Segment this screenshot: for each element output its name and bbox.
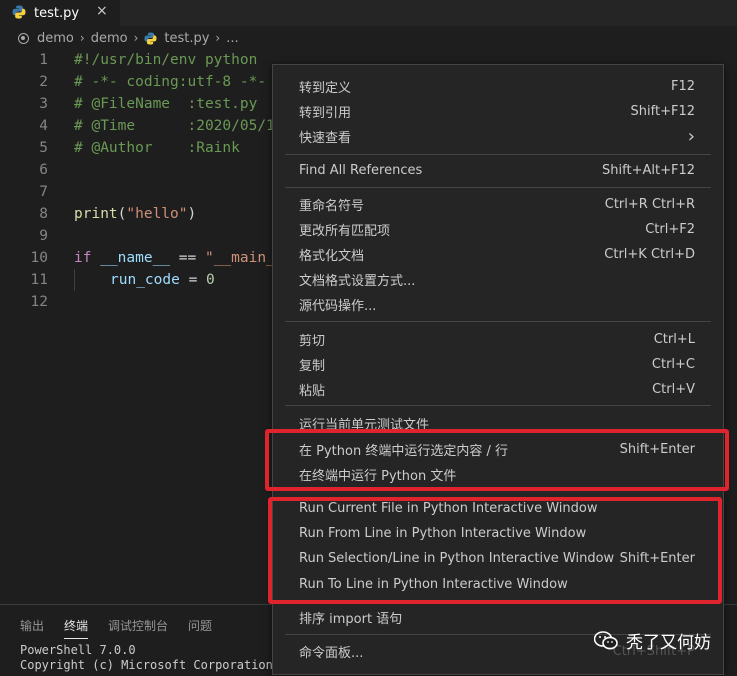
line-number: 10 xyxy=(30,250,48,266)
menu-separator xyxy=(285,154,711,155)
tab-debug-console[interactable]: 调试控制台 xyxy=(108,617,168,639)
highlight-box-interactive-run xyxy=(268,497,722,604)
line-number: 11 xyxy=(30,272,48,288)
breadcrumb-item[interactable]: test.py xyxy=(164,31,209,46)
code-line: print("hello") xyxy=(74,206,197,222)
line-number: 8 xyxy=(39,206,48,222)
close-icon[interactable]: × xyxy=(96,3,108,19)
menu-item-change-all-occurrences[interactable]: 更改所有匹配项 Ctrl+F2 xyxy=(299,217,695,241)
menu-separator xyxy=(285,187,711,188)
breadcrumb-item[interactable]: demo xyxy=(37,31,74,46)
folder-root-icon xyxy=(18,32,29,44)
menu-item-format-document[interactable]: 格式化文档 Ctrl+K Ctrl+D xyxy=(299,242,695,266)
line-number: 12 xyxy=(30,294,48,310)
line-number: 7 xyxy=(39,184,48,200)
tab-test-py[interactable]: test.py × xyxy=(0,0,120,26)
python-icon xyxy=(144,31,157,45)
tab-title: test.py xyxy=(34,5,80,21)
menu-item-go-to-references[interactable]: 转到引用 Shift+F12 xyxy=(299,99,695,123)
code-line: run_code = 0 xyxy=(110,272,215,288)
chevron-right-icon: › xyxy=(133,31,139,45)
menu-item-paste[interactable]: 粘贴 Ctrl+V xyxy=(299,377,695,401)
code-line: # @Author :Raink xyxy=(74,140,240,156)
watermark-text: 秃了又何妨 xyxy=(626,633,711,653)
code-line: # @Time :2020/05/1 xyxy=(74,118,275,134)
menu-item-copy[interactable]: 复制 Ctrl+C xyxy=(299,352,695,376)
menu-item-peek[interactable]: 快速查看 › xyxy=(299,124,695,148)
code-line: if __name__ == "__main_ xyxy=(74,250,275,266)
highlight-box-terminal-run xyxy=(265,429,729,491)
line-number: 9 xyxy=(39,228,48,244)
code-line: #!/usr/bin/env python xyxy=(74,52,258,68)
line-number: 4 xyxy=(39,118,48,134)
line-number: 2 xyxy=(39,74,48,90)
menu-item-source-action[interactable]: 源代码操作... xyxy=(299,292,695,316)
wechat-icon xyxy=(593,630,618,651)
menu-separator xyxy=(285,321,711,322)
code-line: # -*- coding:utf-8 -*- xyxy=(74,74,267,90)
watermark: 秃了又何妨 xyxy=(593,628,711,653)
line-number: 1 xyxy=(39,52,48,68)
menu-item-cut[interactable]: 剪切 Ctrl+L xyxy=(299,327,695,351)
chevron-right-icon: › xyxy=(215,31,221,45)
editor-tab-bar: test.py × xyxy=(0,0,737,26)
menu-item-rename-symbol[interactable]: 重命名符号 Ctrl+R Ctrl+R xyxy=(299,192,695,216)
menu-item-go-to-definition[interactable]: 转到定义 F12 xyxy=(299,74,695,98)
terminal-line: PowerShell 7.0.0 xyxy=(20,643,136,657)
menu-separator xyxy=(285,405,711,406)
line-number: 6 xyxy=(39,162,48,178)
python-icon xyxy=(12,4,26,23)
line-number: 5 xyxy=(39,140,48,156)
panel-tabs: 输出 终端 调试控制台 问题 xyxy=(0,617,212,639)
line-number: 3 xyxy=(39,96,48,112)
breadcrumb: demo › demo › test.py › ... xyxy=(0,26,737,50)
tab-problems[interactable]: 问题 xyxy=(188,617,212,639)
breadcrumb-item[interactable]: ... xyxy=(226,31,238,46)
tab-output[interactable]: 输出 xyxy=(20,617,44,639)
indent-guide xyxy=(74,269,75,291)
code-line: # @FileName :test.py xyxy=(74,96,258,112)
menu-item-format-document-with[interactable]: 文档格式设置方式... xyxy=(299,267,695,291)
chevron-right-icon: › xyxy=(687,125,695,147)
menu-item-find-all-references[interactable]: Find All References Shift+Alt+F12 xyxy=(299,158,695,182)
menu-item-sort-imports[interactable]: 排序 import 语句 xyxy=(299,605,695,629)
chevron-right-icon: › xyxy=(79,31,85,45)
tab-terminal[interactable]: 终端 xyxy=(64,617,89,639)
breadcrumb-item[interactable]: demo xyxy=(91,31,128,46)
